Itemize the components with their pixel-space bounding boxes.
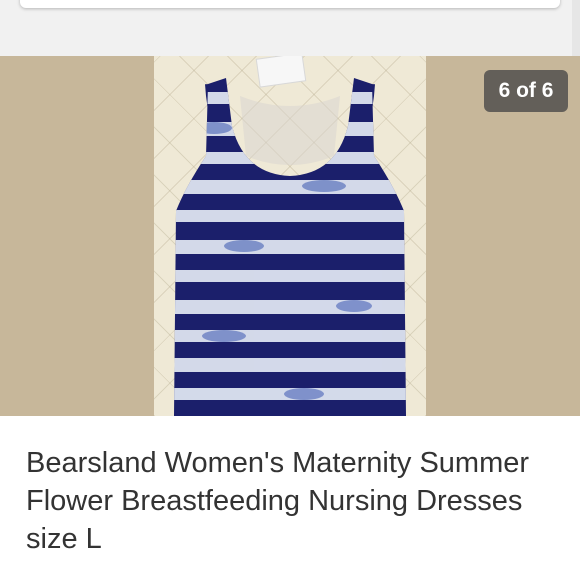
stripe bbox=[174, 180, 406, 194]
stripe bbox=[174, 240, 406, 254]
listing-title: Bearsland Women's Maternity Summer Flowe… bbox=[26, 447, 530, 555]
search-box[interactable] bbox=[20, 0, 560, 8]
stripe bbox=[174, 210, 406, 222]
lining bbox=[240, 96, 340, 165]
stripe bbox=[174, 270, 406, 282]
dye-blot bbox=[336, 300, 372, 312]
price-tag bbox=[255, 56, 307, 88]
image-counter-label: 6 of 6 bbox=[498, 79, 554, 102]
dye-blot bbox=[224, 240, 264, 252]
dye-blot bbox=[202, 330, 246, 342]
stripe bbox=[174, 330, 406, 342]
stripe bbox=[174, 300, 406, 314]
image-gallery[interactable]: 6 of 6 bbox=[0, 56, 580, 416]
dye-blot bbox=[302, 180, 346, 192]
image-counter-badge: 6 of 6 bbox=[484, 70, 568, 112]
dye-blot bbox=[284, 388, 324, 400]
stripe bbox=[174, 358, 406, 372]
dress-image bbox=[174, 56, 406, 416]
dye-blot bbox=[196, 122, 232, 134]
scroll-edge bbox=[572, 0, 580, 56]
product-photo[interactable] bbox=[154, 56, 426, 416]
top-bar bbox=[0, 0, 580, 56]
stripe bbox=[174, 92, 406, 104]
